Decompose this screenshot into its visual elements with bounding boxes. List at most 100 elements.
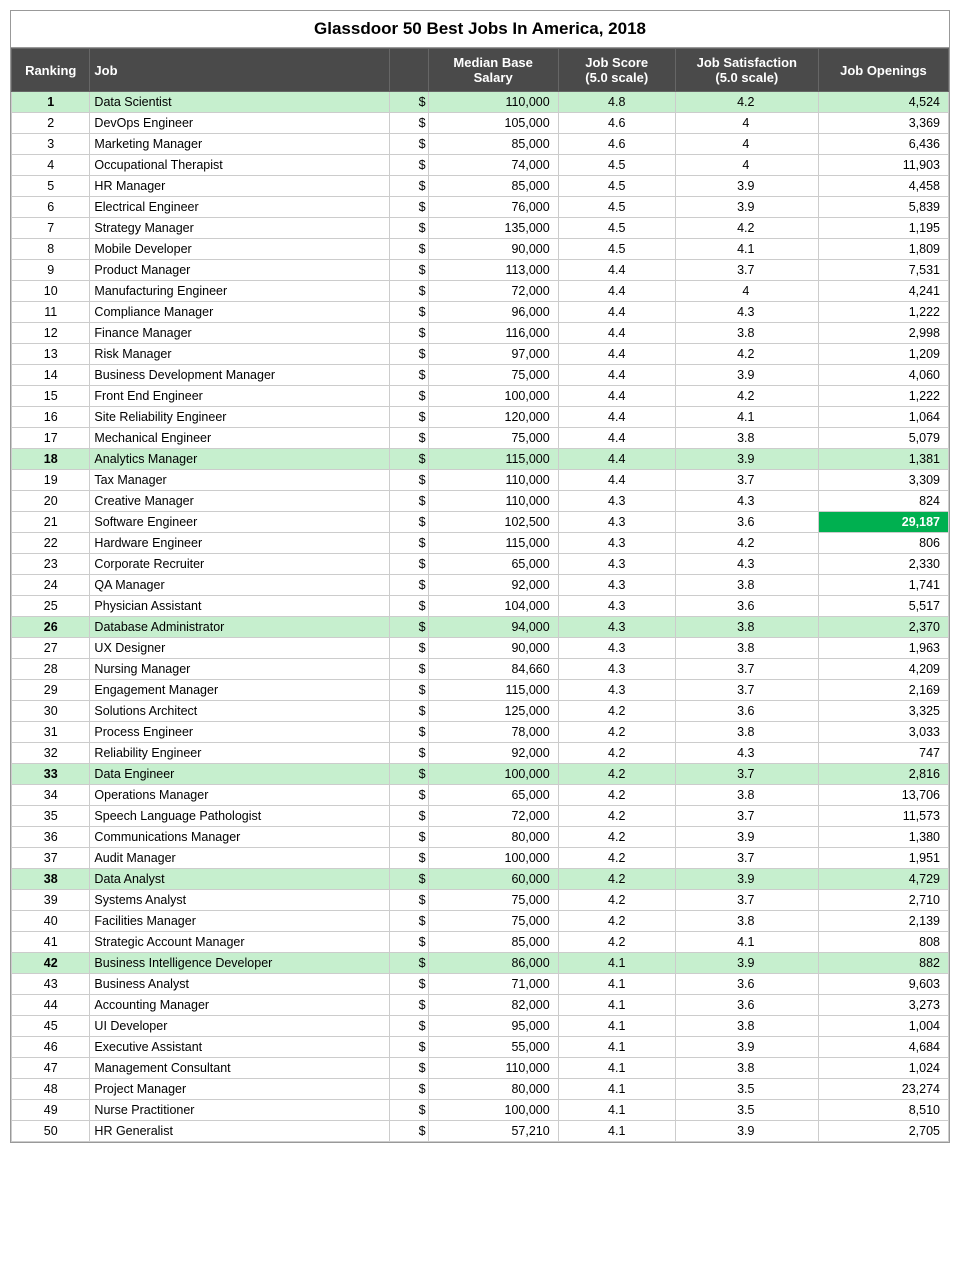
score-cell: 4.2 <box>558 869 675 890</box>
dollar-cell: $ <box>389 911 428 932</box>
job-cell: Systems Analyst <box>90 890 389 911</box>
satisfaction-cell: 4.3 <box>675 743 818 764</box>
table-row: 3 Marketing Manager $ 85,000 4.6 4 6,436 <box>12 134 949 155</box>
score-cell: 4.2 <box>558 932 675 953</box>
col-header-salary: Median BaseSalary <box>428 49 558 92</box>
satisfaction-cell: 3.6 <box>675 995 818 1016</box>
satisfaction-cell: 3.7 <box>675 680 818 701</box>
job-cell: Management Consultant <box>90 1058 389 1079</box>
salary-cell: 86,000 <box>428 953 558 974</box>
job-cell: Solutions Architect <box>90 701 389 722</box>
satisfaction-cell: 4.3 <box>675 491 818 512</box>
job-cell: Business Development Manager <box>90 365 389 386</box>
dollar-cell: $ <box>389 596 428 617</box>
rank-cell: 4 <box>12 155 90 176</box>
rank-cell: 21 <box>12 512 90 533</box>
score-cell: 4.2 <box>558 806 675 827</box>
job-cell: Process Engineer <box>90 722 389 743</box>
satisfaction-cell: 4.1 <box>675 407 818 428</box>
openings-cell: 5,839 <box>818 197 948 218</box>
score-cell: 4.4 <box>558 344 675 365</box>
salary-cell: 110,000 <box>428 92 558 113</box>
score-cell: 4.1 <box>558 953 675 974</box>
salary-cell: 105,000 <box>428 113 558 134</box>
openings-cell: 808 <box>818 932 948 953</box>
dollar-cell: $ <box>389 701 428 722</box>
table-row: 7 Strategy Manager $ 135,000 4.5 4.2 1,1… <box>12 218 949 239</box>
salary-cell: 125,000 <box>428 701 558 722</box>
rank-cell: 16 <box>12 407 90 428</box>
col-header-ranking: Ranking <box>12 49 90 92</box>
main-container: Glassdoor 50 Best Jobs In America, 2018 … <box>10 10 950 1143</box>
satisfaction-cell: 3.8 <box>675 617 818 638</box>
dollar-cell: $ <box>389 92 428 113</box>
satisfaction-cell: 3.6 <box>675 512 818 533</box>
dollar-cell: $ <box>389 218 428 239</box>
table-row: 12 Finance Manager $ 116,000 4.4 3.8 2,9… <box>12 323 949 344</box>
table-row: 5 HR Manager $ 85,000 4.5 3.9 4,458 <box>12 176 949 197</box>
job-cell: Operations Manager <box>90 785 389 806</box>
rank-cell: 7 <box>12 218 90 239</box>
rank-cell: 3 <box>12 134 90 155</box>
score-cell: 4.4 <box>558 323 675 344</box>
table-row: 49 Nurse Practitioner $ 100,000 4.1 3.5 … <box>12 1100 949 1121</box>
satisfaction-cell: 4.1 <box>675 932 818 953</box>
table-row: 32 Reliability Engineer $ 92,000 4.2 4.3… <box>12 743 949 764</box>
salary-cell: 85,000 <box>428 176 558 197</box>
openings-cell: 882 <box>818 953 948 974</box>
satisfaction-cell: 4 <box>675 113 818 134</box>
openings-cell: 7,531 <box>818 260 948 281</box>
salary-cell: 110,000 <box>428 491 558 512</box>
rank-cell: 50 <box>12 1121 90 1142</box>
satisfaction-cell: 3.5 <box>675 1079 818 1100</box>
salary-cell: 75,000 <box>428 911 558 932</box>
rank-cell: 13 <box>12 344 90 365</box>
rank-cell: 6 <box>12 197 90 218</box>
salary-cell: 100,000 <box>428 848 558 869</box>
satisfaction-cell: 3.9 <box>675 449 818 470</box>
openings-cell: 3,369 <box>818 113 948 134</box>
job-cell: Strategy Manager <box>90 218 389 239</box>
rank-cell: 41 <box>12 932 90 953</box>
col-header-job: Job <box>90 49 389 92</box>
satisfaction-cell: 3.7 <box>675 470 818 491</box>
job-cell: Occupational Therapist <box>90 155 389 176</box>
table-title: Glassdoor 50 Best Jobs In America, 2018 <box>11 11 949 48</box>
openings-cell: 1,963 <box>818 638 948 659</box>
job-cell: Strategic Account Manager <box>90 932 389 953</box>
openings-cell: 6,436 <box>818 134 948 155</box>
rank-cell: 23 <box>12 554 90 575</box>
job-cell: DevOps Engineer <box>90 113 389 134</box>
score-cell: 4.2 <box>558 827 675 848</box>
openings-cell: 9,603 <box>818 974 948 995</box>
dollar-cell: $ <box>389 1121 428 1142</box>
job-cell: HR Generalist <box>90 1121 389 1142</box>
score-cell: 4.1 <box>558 995 675 1016</box>
openings-cell: 806 <box>818 533 948 554</box>
col-header-score: Job Score(5.0 scale) <box>558 49 675 92</box>
score-cell: 4.4 <box>558 428 675 449</box>
job-cell: Creative Manager <box>90 491 389 512</box>
salary-cell: 115,000 <box>428 533 558 554</box>
table-row: 41 Strategic Account Manager $ 85,000 4.… <box>12 932 949 953</box>
rank-cell: 24 <box>12 575 90 596</box>
dollar-cell: $ <box>389 890 428 911</box>
job-cell: Finance Manager <box>90 323 389 344</box>
job-cell: Mobile Developer <box>90 239 389 260</box>
rank-cell: 39 <box>12 890 90 911</box>
rank-cell: 1 <box>12 92 90 113</box>
dollar-cell: $ <box>389 344 428 365</box>
satisfaction-cell: 3.7 <box>675 659 818 680</box>
rank-cell: 35 <box>12 806 90 827</box>
openings-cell: 1,004 <box>818 1016 948 1037</box>
openings-cell: 2,370 <box>818 617 948 638</box>
satisfaction-cell: 4.1 <box>675 239 818 260</box>
openings-cell: 4,060 <box>818 365 948 386</box>
score-cell: 4.3 <box>558 491 675 512</box>
salary-cell: 92,000 <box>428 575 558 596</box>
satisfaction-cell: 3.9 <box>675 869 818 890</box>
score-cell: 4.4 <box>558 449 675 470</box>
rank-cell: 34 <box>12 785 90 806</box>
rank-cell: 28 <box>12 659 90 680</box>
salary-cell: 75,000 <box>428 428 558 449</box>
